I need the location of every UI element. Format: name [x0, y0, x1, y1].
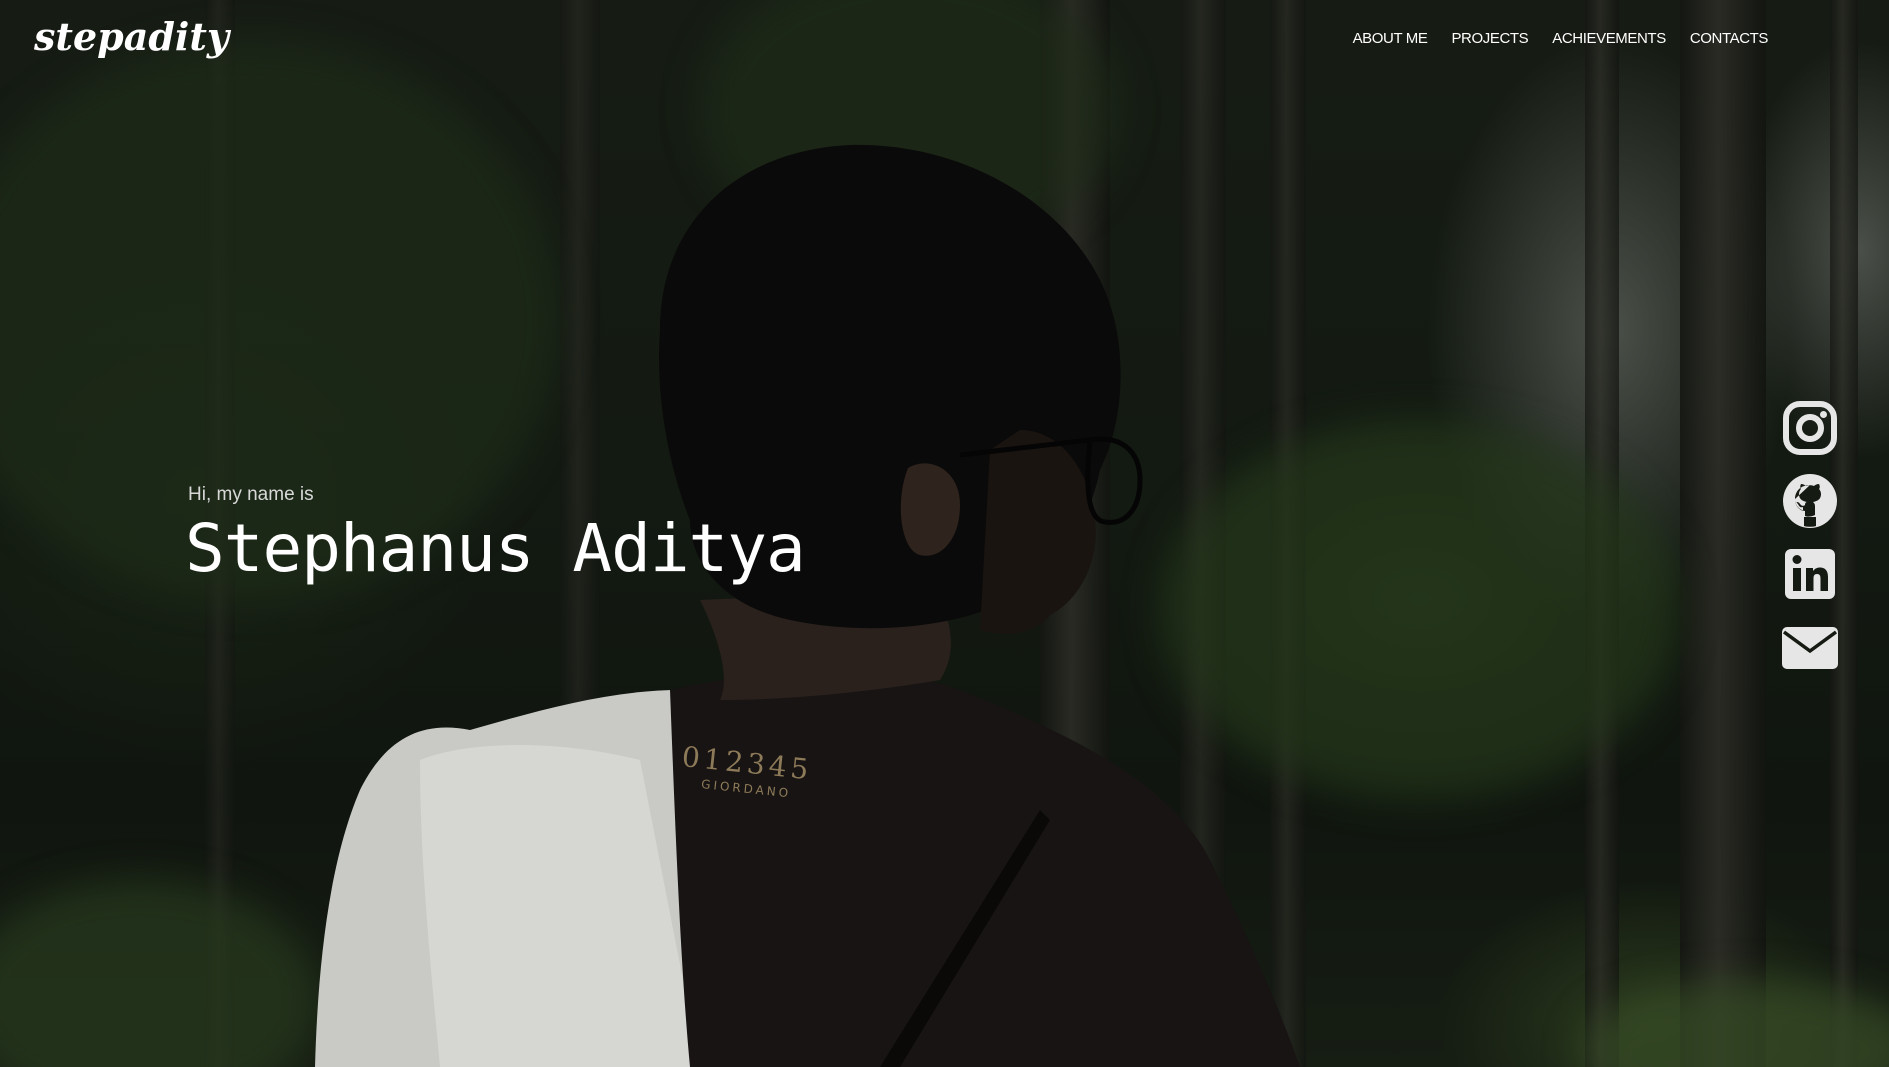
site-logo[interactable]: stepadity	[34, 14, 229, 59]
instagram-link[interactable]	[1780, 398, 1840, 458]
email-link[interactable]	[1780, 617, 1840, 677]
nav-link-achievements[interactable]: ACHIEVEMENTS	[1552, 30, 1666, 47]
nav-link-about-me[interactable]: ABOUT ME	[1353, 30, 1428, 47]
email-icon	[1782, 627, 1838, 669]
hero-name: Stephanus Aditya	[185, 510, 806, 587]
linkedin-link[interactable]	[1780, 544, 1840, 604]
github-icon	[1783, 474, 1837, 528]
main-nav: ABOUT ME PROJECTS ACHIEVEMENTS CONTACTS	[1353, 30, 1769, 47]
linkedin-icon	[1785, 549, 1835, 599]
instagram-icon	[1783, 401, 1837, 455]
hero-section: 012345 GIORDANO stepadity ABOUT ME PROJE…	[0, 0, 1889, 1067]
nav-link-contacts[interactable]: CONTACTS	[1690, 30, 1769, 47]
shirt	[670, 671, 1300, 1067]
nav-link-projects[interactable]: PROJECTS	[1451, 30, 1528, 47]
social-links	[1780, 398, 1840, 690]
github-link[interactable]	[1780, 471, 1840, 531]
hero-greeting: Hi, my name is	[188, 484, 314, 505]
